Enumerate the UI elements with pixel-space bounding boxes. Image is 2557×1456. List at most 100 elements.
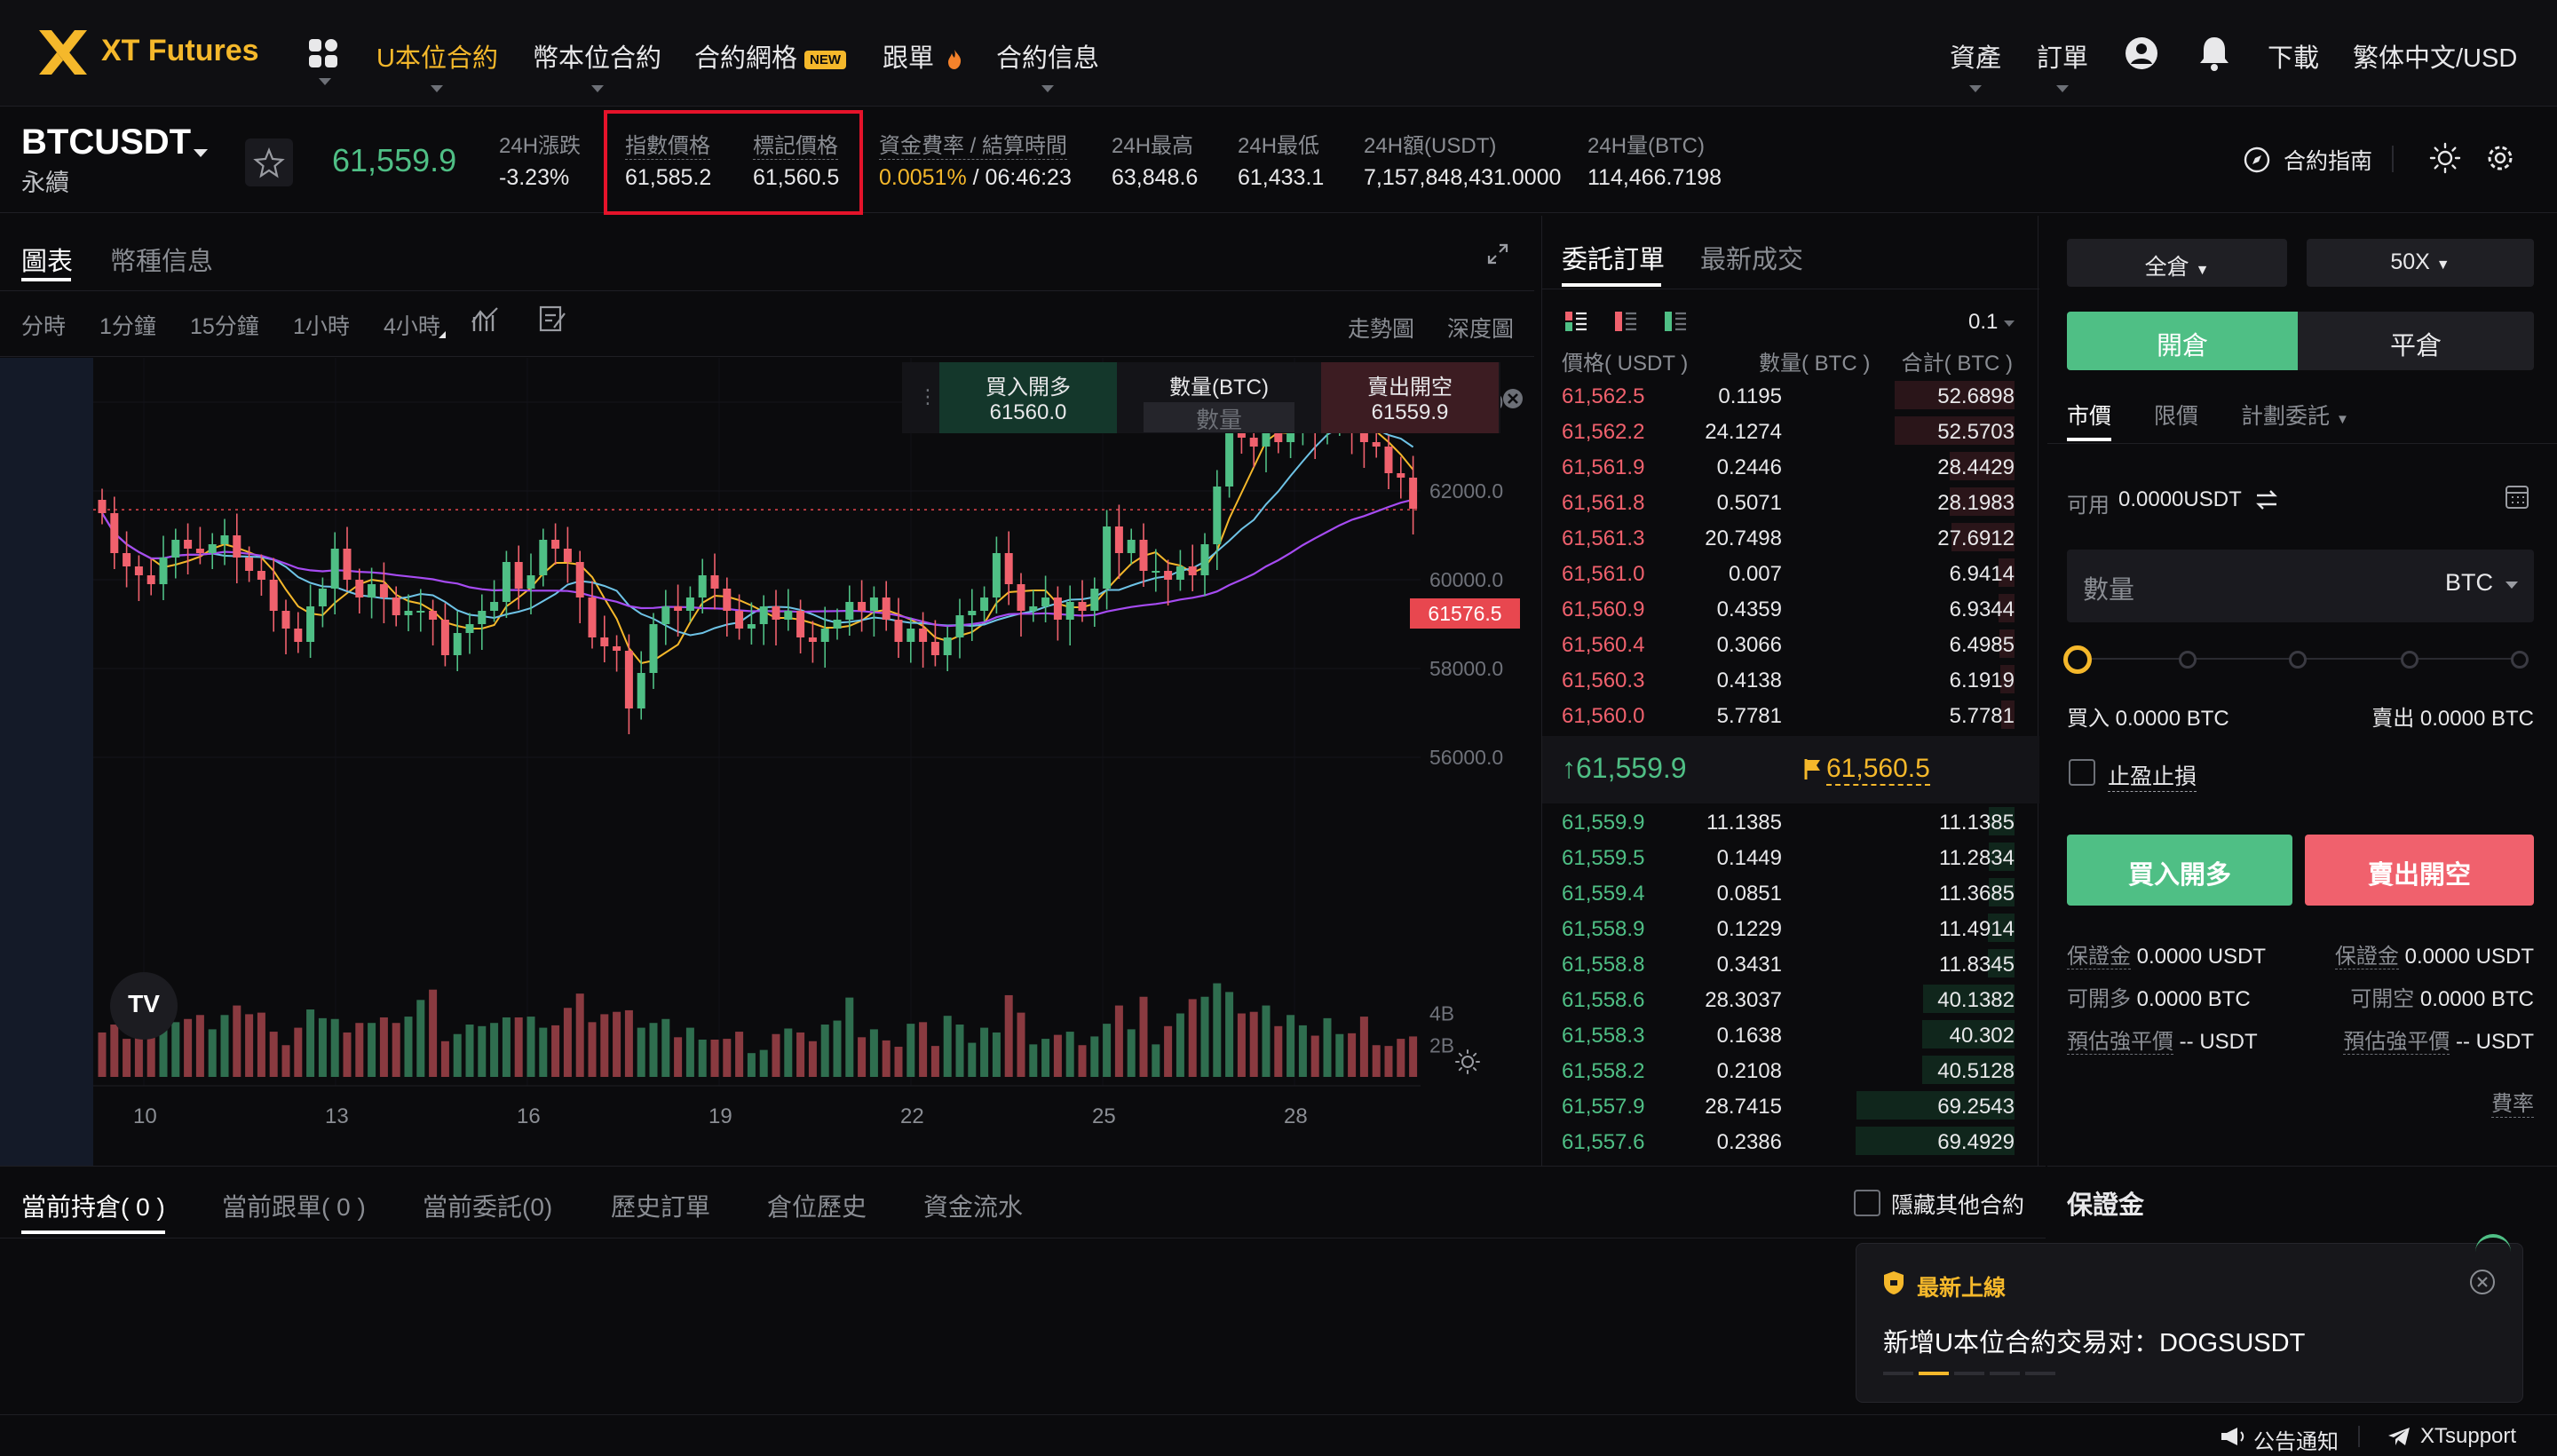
timeframe-1m[interactable]: 1分鐘 (99, 309, 156, 341)
margin-mode-select[interactable]: 全倉 ▼ (2067, 239, 2287, 287)
ask-row[interactable]: 61,561.9 0.2446 28.4429 (1542, 448, 2039, 484)
close-icon[interactable] (2469, 1269, 2496, 1295)
user-avatar-icon[interactable] (2124, 36, 2159, 71)
hide-other-checkbox[interactable] (1854, 1190, 1880, 1216)
slider-stop-100[interactable] (2511, 651, 2529, 669)
buy-margin-label[interactable]: 保證金 (2067, 945, 2131, 969)
nav-futures-grid[interactable]: 合約網格 NEW (694, 37, 847, 75)
sun-theme-icon[interactable] (2429, 142, 2461, 174)
buy-liq-label[interactable]: 預估強平價 (2067, 1030, 2173, 1055)
quantity-unit-select[interactable]: BTC (2445, 569, 2493, 597)
ask-row[interactable]: 61,560.4 0.3066 6.4985 (1542, 626, 2039, 661)
contract-guide-link[interactable]: 合約指南 (2284, 144, 2372, 176)
tab-coin-info[interactable]: 幣種信息 (110, 241, 213, 278)
nav-assets[interactable]: 資產 (1950, 37, 2001, 92)
timeframe-15m[interactable]: 15分鐘 (190, 309, 259, 341)
symbol-dropdown-icon[interactable] (194, 149, 208, 157)
carousel-dot[interactable] (2025, 1372, 2055, 1375)
transfer-icon[interactable] (2253, 487, 2280, 512)
leverage-select[interactable]: 50X ▼ (2307, 239, 2534, 287)
ask-row[interactable]: 61,561.8 0.5071 28.1983 (1542, 484, 2039, 519)
quick-buy-button[interactable]: 買入開多 61560.0 (939, 362, 1117, 433)
timeframe-1h[interactable]: 1小時 (293, 309, 350, 341)
notification-toast[interactable]: 最新上線 新增U本位合約交易对：DOGSUSDT (1856, 1243, 2523, 1403)
ask-row[interactable]: 61,562.2 24.1274 52.5703 (1542, 413, 2039, 448)
ask-row[interactable]: 61,560.0 5.7781 5.7781 (1542, 697, 2039, 732)
expand-icon[interactable] (1486, 242, 1509, 265)
bid-row[interactable]: 61,558.2 0.2108 40.5128 (1542, 1052, 2039, 1088)
chevron-down-icon[interactable] (2506, 582, 2518, 589)
bid-row[interactable]: 61,558.9 0.1229 11.4914 (1542, 910, 2039, 946)
precision-caret-icon[interactable] (2004, 320, 2015, 327)
slider-handle[interactable] (2063, 645, 2092, 674)
timeframe-more-icon[interactable] (439, 331, 446, 338)
nav-download[interactable]: 下載 (2268, 37, 2319, 75)
xt-logo-icon[interactable] (36, 25, 91, 80)
bid-row[interactable]: 61,557.6 0.2386 69.4929 (1542, 1123, 2039, 1159)
view-depth[interactable]: 深度圖 (1447, 312, 1514, 344)
candlestick-chart[interactable]: 64000.062000.060000.058000.056000.04B2B1… (0, 358, 1534, 1166)
bid-row[interactable]: 61,559.9 11.1385 11.1385 (1542, 803, 2039, 839)
slider-stop-25[interactable] (2179, 651, 2197, 669)
tab-positions[interactable]: 當前持倉( 0 ) (21, 1188, 165, 1223)
bell-icon[interactable] (2197, 34, 2232, 73)
bid-row[interactable]: 61,559.4 0.0851 11.3685 (1542, 874, 2039, 910)
quick-sell-button[interactable]: 賣出開空 61559.9 (1321, 362, 1499, 433)
nav-copy-trade[interactable]: 跟單 (883, 37, 962, 75)
nav-language[interactable]: 繁体中文/USD (2353, 37, 2517, 75)
tab-fund-flow[interactable]: 資金流水 (923, 1188, 1023, 1223)
bid-row[interactable]: 61,557.9 28.7415 69.2543 (1542, 1088, 2039, 1123)
bid-row[interactable]: 61,558.3 0.1638 40.302 (1542, 1017, 2039, 1052)
book-both-icon[interactable] (1563, 310, 1588, 333)
indicators-icon[interactable] (471, 305, 501, 335)
quick-qty-input[interactable]: 數量 (1144, 402, 1294, 433)
quantity-input[interactable]: 數量 BTC (2067, 550, 2534, 622)
timeframe-tick[interactable]: 分時 (21, 309, 66, 341)
bid-row[interactable]: 61,558.6 28.3037 40.1382 (1542, 981, 2039, 1017)
tab-copy-orders[interactable]: 當前跟單( 0 ) (222, 1188, 366, 1223)
mark-price[interactable]: 61,560.5 (1826, 754, 1930, 786)
tradingview-logo[interactable]: TV (110, 972, 178, 1040)
ask-row[interactable]: 61,562.5 0.1195 52.6898 (1542, 377, 2039, 413)
nav-orders[interactable]: 訂單 (2037, 37, 2088, 92)
calculator-icon[interactable] (2504, 484, 2530, 510)
ask-row[interactable]: 61,560.9 0.4359 6.9344 (1542, 590, 2039, 626)
nav-coin-futures[interactable]: 幣本位合約 (533, 37, 661, 92)
close-position-tab[interactable]: 平倉 (2298, 312, 2534, 370)
sell-liq-label[interactable]: 預估強平價 (2343, 1030, 2450, 1055)
carousel-dot-active[interactable] (1919, 1372, 1949, 1375)
tab-open-orders[interactable]: 當前委託(0) (423, 1188, 552, 1223)
slider-stop-75[interactable] (2401, 651, 2418, 669)
fee-rate-link[interactable]: 費率 (2491, 1086, 2534, 1118)
tab-position-history[interactable]: 倉位歷史 (767, 1188, 867, 1223)
sell-margin-label[interactable]: 保證金 (2334, 945, 2399, 969)
draw-tools-icon[interactable] (538, 305, 566, 333)
hide-other-label[interactable]: 隱藏其他合約 (1891, 1188, 2024, 1220)
symbol-name[interactable]: BTCUSDT (21, 123, 191, 162)
slider-stop-50[interactable] (2289, 651, 2307, 669)
book-asks-icon[interactable] (1613, 310, 1638, 333)
book-bids-icon[interactable] (1663, 310, 1688, 333)
ask-row[interactable]: 61,561.3 20.7498 27.6912 (1542, 519, 2039, 555)
compass-icon[interactable] (2243, 146, 2271, 174)
carousel-dot[interactable] (1990, 1372, 2020, 1375)
order-type-plan[interactable]: 計劃委託 ▼ (2241, 399, 2349, 431)
order-type-limit[interactable]: 限價 (2154, 399, 2198, 431)
tab-recent-trades[interactable]: 最新成交 (1700, 239, 1803, 276)
tab-chart[interactable]: 圖表 (21, 241, 73, 278)
mid-price[interactable]: ↑61,559.9 (1562, 752, 1687, 785)
apps-grid-icon[interactable] (307, 37, 339, 69)
carousel-dot[interactable] (1954, 1372, 1984, 1375)
tpsl-checkbox[interactable] (2069, 759, 2095, 786)
order-type-market[interactable]: 市價 (2067, 399, 2111, 431)
ask-row[interactable]: 61,561.0 0.007 6.9414 (1542, 555, 2039, 590)
buy-long-button[interactable]: 買入開多 (2067, 835, 2292, 906)
tab-order-history[interactable]: 歷史訂單 (611, 1188, 710, 1223)
bid-row[interactable]: 61,558.8 0.3431 11.8345 (1542, 946, 2039, 981)
tpsl-label[interactable]: 止盈止損 (2108, 759, 2197, 792)
logo-text[interactable]: XT Futures (101, 34, 259, 68)
bid-row[interactable]: 61,559.5 0.1449 11.2834 (1542, 839, 2039, 874)
ask-row[interactable]: 61,560.3 0.4138 6.1919 (1542, 661, 2039, 697)
nav-contract-info[interactable]: 合約信息 (996, 37, 1099, 92)
view-trend[interactable]: 走勢圖 (1348, 312, 1414, 344)
